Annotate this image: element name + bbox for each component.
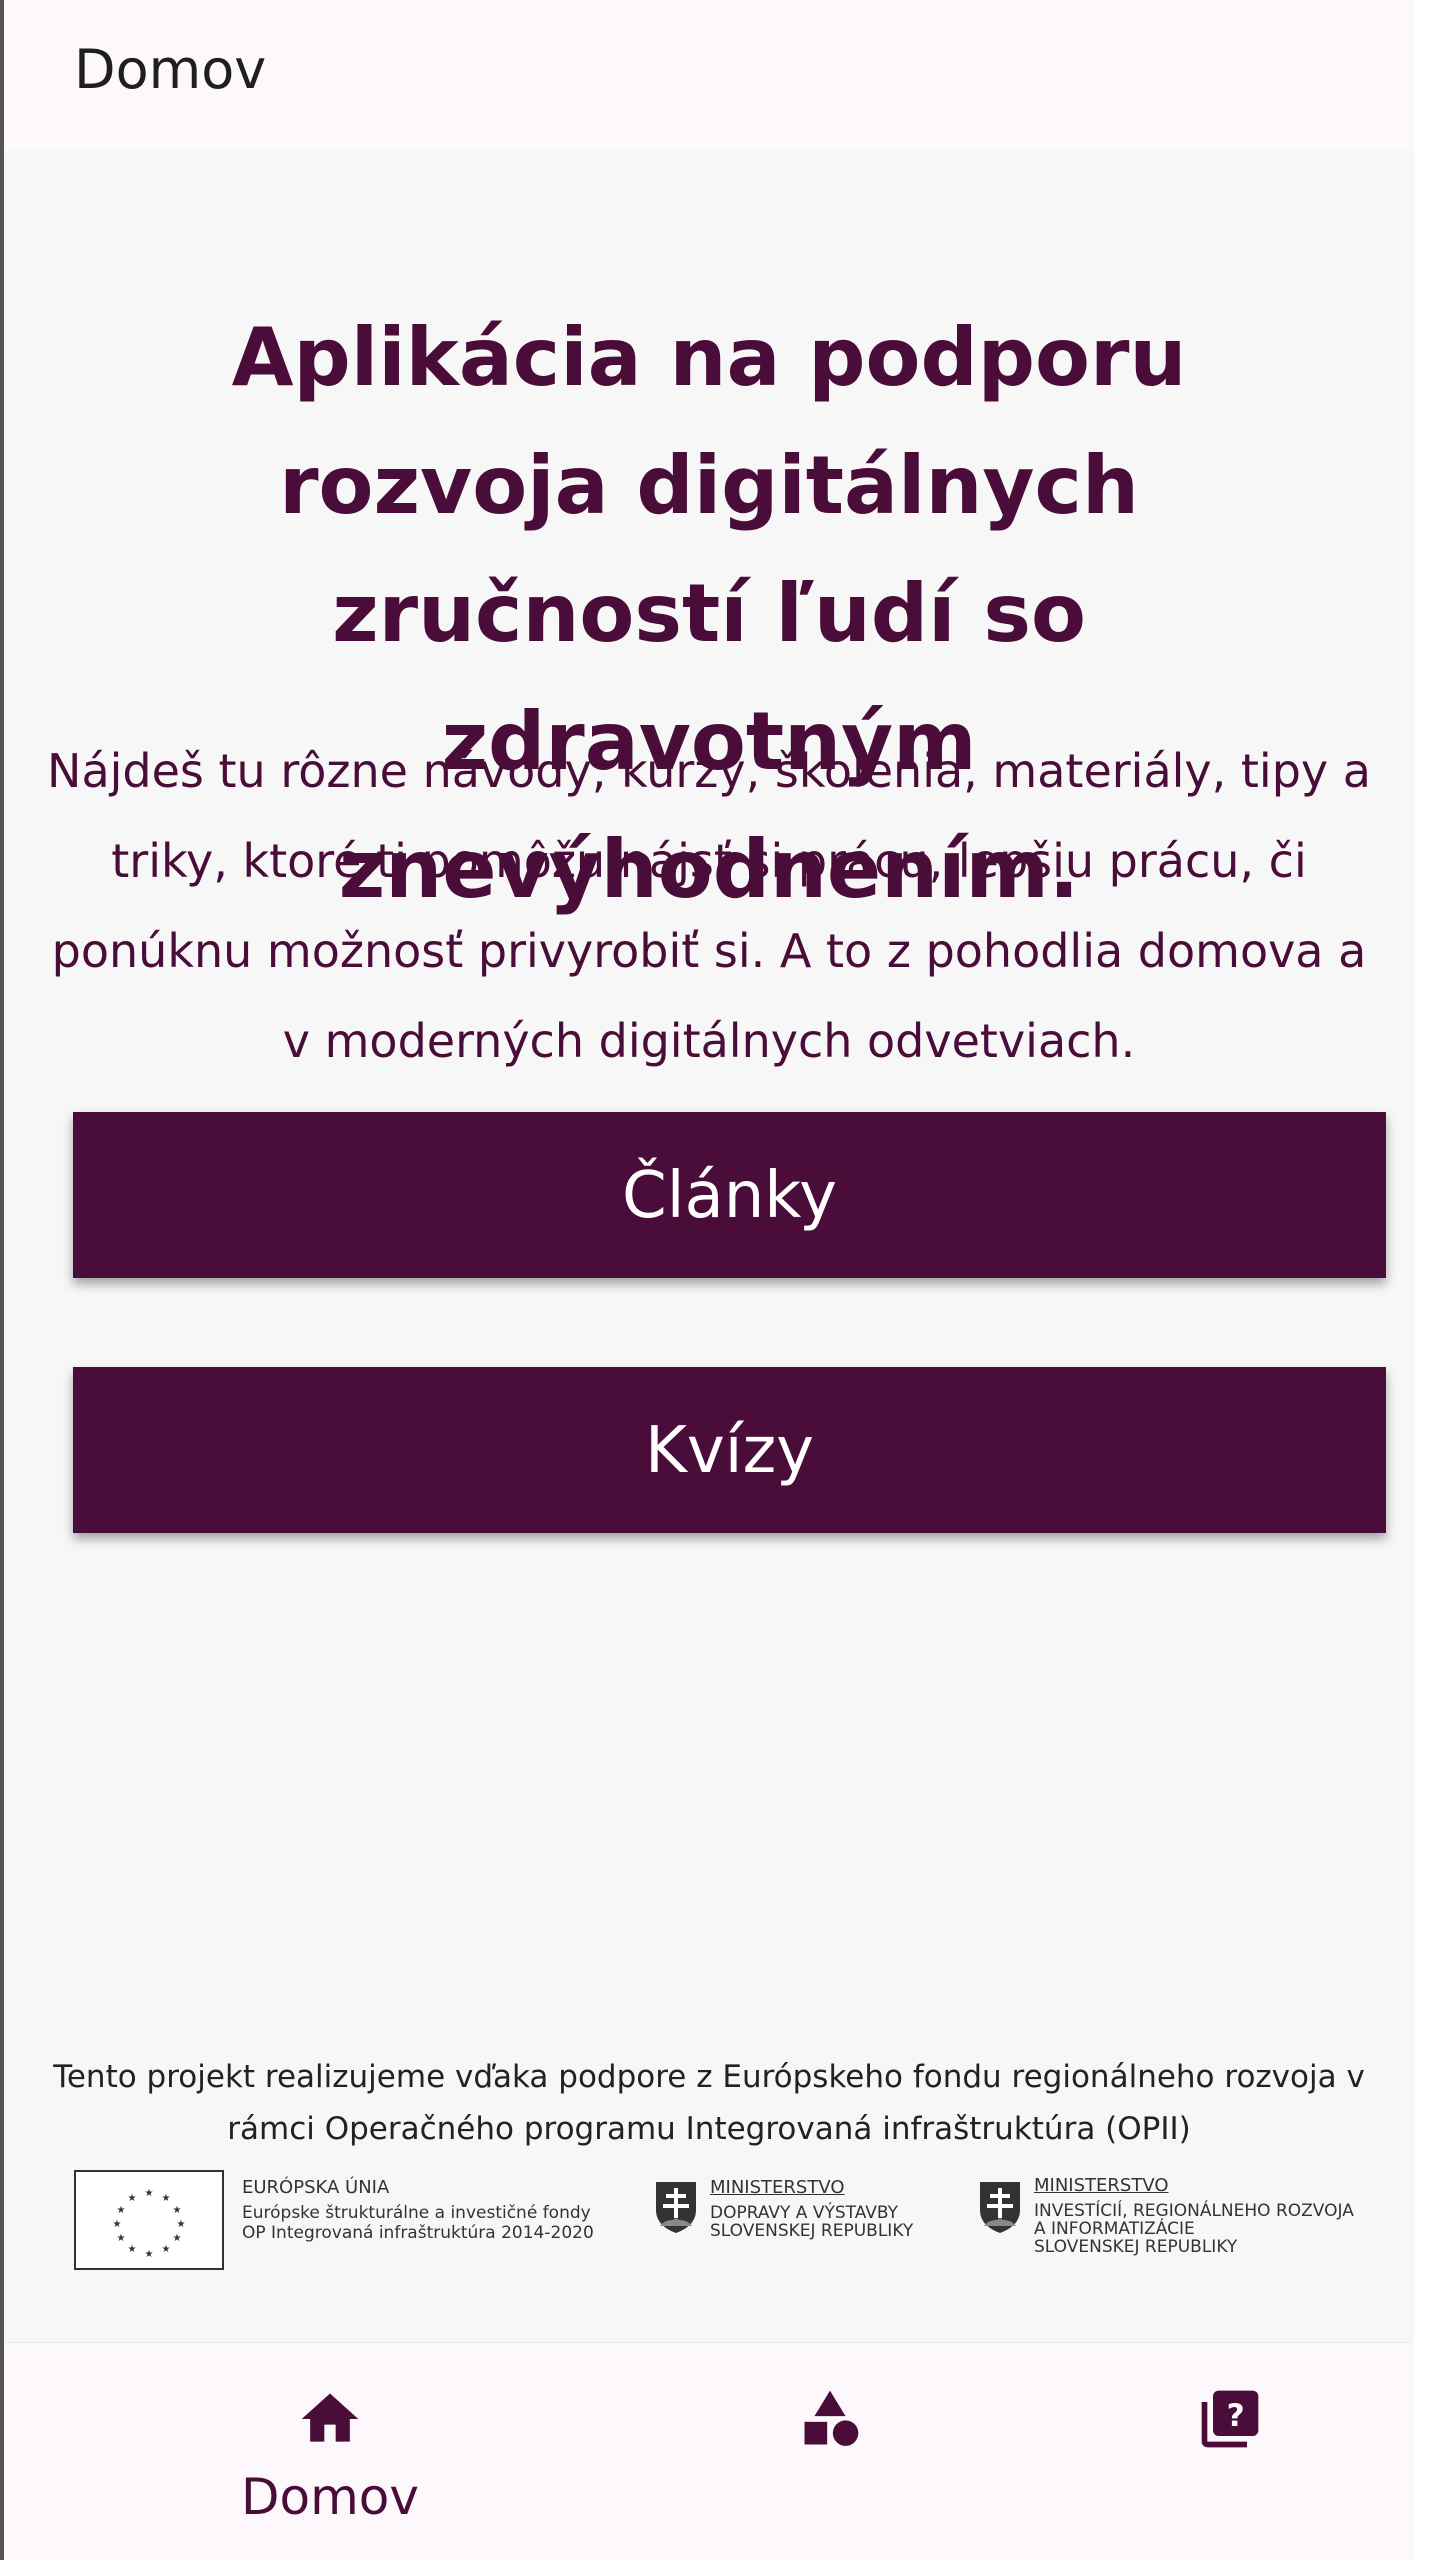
eu-logo: ★ ★ ★ ★ ★ ★ ★ ★ ★ ★ ★ ★ EURÓPSKA ÚNIA Eu… (74, 2170, 594, 2280)
app-bar: Domov (4, 0, 1414, 150)
page-title: Domov (74, 38, 267, 101)
nav-item-quizzes[interactable]: ? (1080, 2343, 1380, 2561)
svg-text:?: ? (1227, 2398, 1245, 2434)
svg-text:★: ★ (145, 2188, 154, 2199)
slovak-crest-icon (656, 2182, 696, 2233)
svg-text:★: ★ (162, 2193, 171, 2204)
bottom-navigation: Domov ? (4, 2342, 1414, 2560)
funding-notice: Tento projekt realizujeme vďaka podpore … (53, 2059, 1365, 2147)
nav-item-articles[interactable] (680, 2343, 980, 2561)
svg-text:★: ★ (173, 2233, 182, 2244)
home-icon (301, 2393, 359, 2442)
svg-text:★: ★ (128, 2193, 137, 2204)
app-description: Nájdeš tu rôzne návody, kurzy, školenia,… (47, 744, 1371, 1068)
svg-text:★: ★ (113, 2219, 122, 2230)
svg-text:★: ★ (128, 2244, 137, 2255)
svg-text:★: ★ (145, 2249, 154, 2260)
ministry-transport-logo: MINISTERSTVO DOPRAVY A VÝSTAVBY SLOVENSK… (654, 2170, 954, 2280)
ministry-transport-title: MINISTERSTVO (710, 2177, 845, 2198)
eu-logo-line2: OP Integrovaná infraštruktúra 2014-2020 (242, 2223, 594, 2243)
svg-text:★: ★ (177, 2219, 186, 2230)
app-screen: Domov Aplikácia na podporu rozvoja digit… (0, 0, 1440, 2560)
ministry-investments-line3: SLOVENSKEJ REPUBLIKY (1034, 2237, 1238, 2257)
screen-gutter (1414, 0, 1440, 2560)
svg-text:★: ★ (162, 2244, 171, 2255)
quizzes-button[interactable]: Kvízy (73, 1367, 1386, 1533)
ministry-investments-title: MINISTERSTVO (1034, 2175, 1169, 2196)
eu-logo-line1: Európske štrukturálne a investičné fondy (242, 2203, 591, 2223)
eu-flag-icon: ★ ★ ★ ★ ★ ★ ★ ★ ★ ★ ★ ★ (74, 2170, 224, 2270)
home-content: Aplikácia na podporu rozvoja digitálnych… (4, 150, 1414, 2340)
quiz-icon: ? (1201, 2390, 1259, 2448)
svg-text:★: ★ (117, 2205, 126, 2216)
articles-button[interactable]: Články (73, 1112, 1386, 1278)
ministry-transport-line2: SLOVENSKEJ REPUBLIKY (710, 2221, 914, 2241)
eu-logo-title: EURÓPSKA ÚNIA (242, 2177, 390, 2198)
svg-text:★: ★ (173, 2205, 182, 2216)
shapes-icon (804, 2390, 859, 2446)
nav-item-label: Domov (241, 2468, 419, 2526)
ministry-investments-logo: MINISTERSTVO INVESTÍCIÍ, REGIONÁLNEHO RO… (978, 2170, 1388, 2280)
slovak-crest-icon (980, 2182, 1020, 2233)
nav-item-home[interactable]: Domov (180, 2343, 480, 2561)
funding-logos: ★ ★ ★ ★ ★ ★ ★ ★ ★ ★ ★ ★ EURÓPSKA ÚNIA Eu… (74, 2170, 1394, 2280)
svg-text:★: ★ (117, 2233, 126, 2244)
